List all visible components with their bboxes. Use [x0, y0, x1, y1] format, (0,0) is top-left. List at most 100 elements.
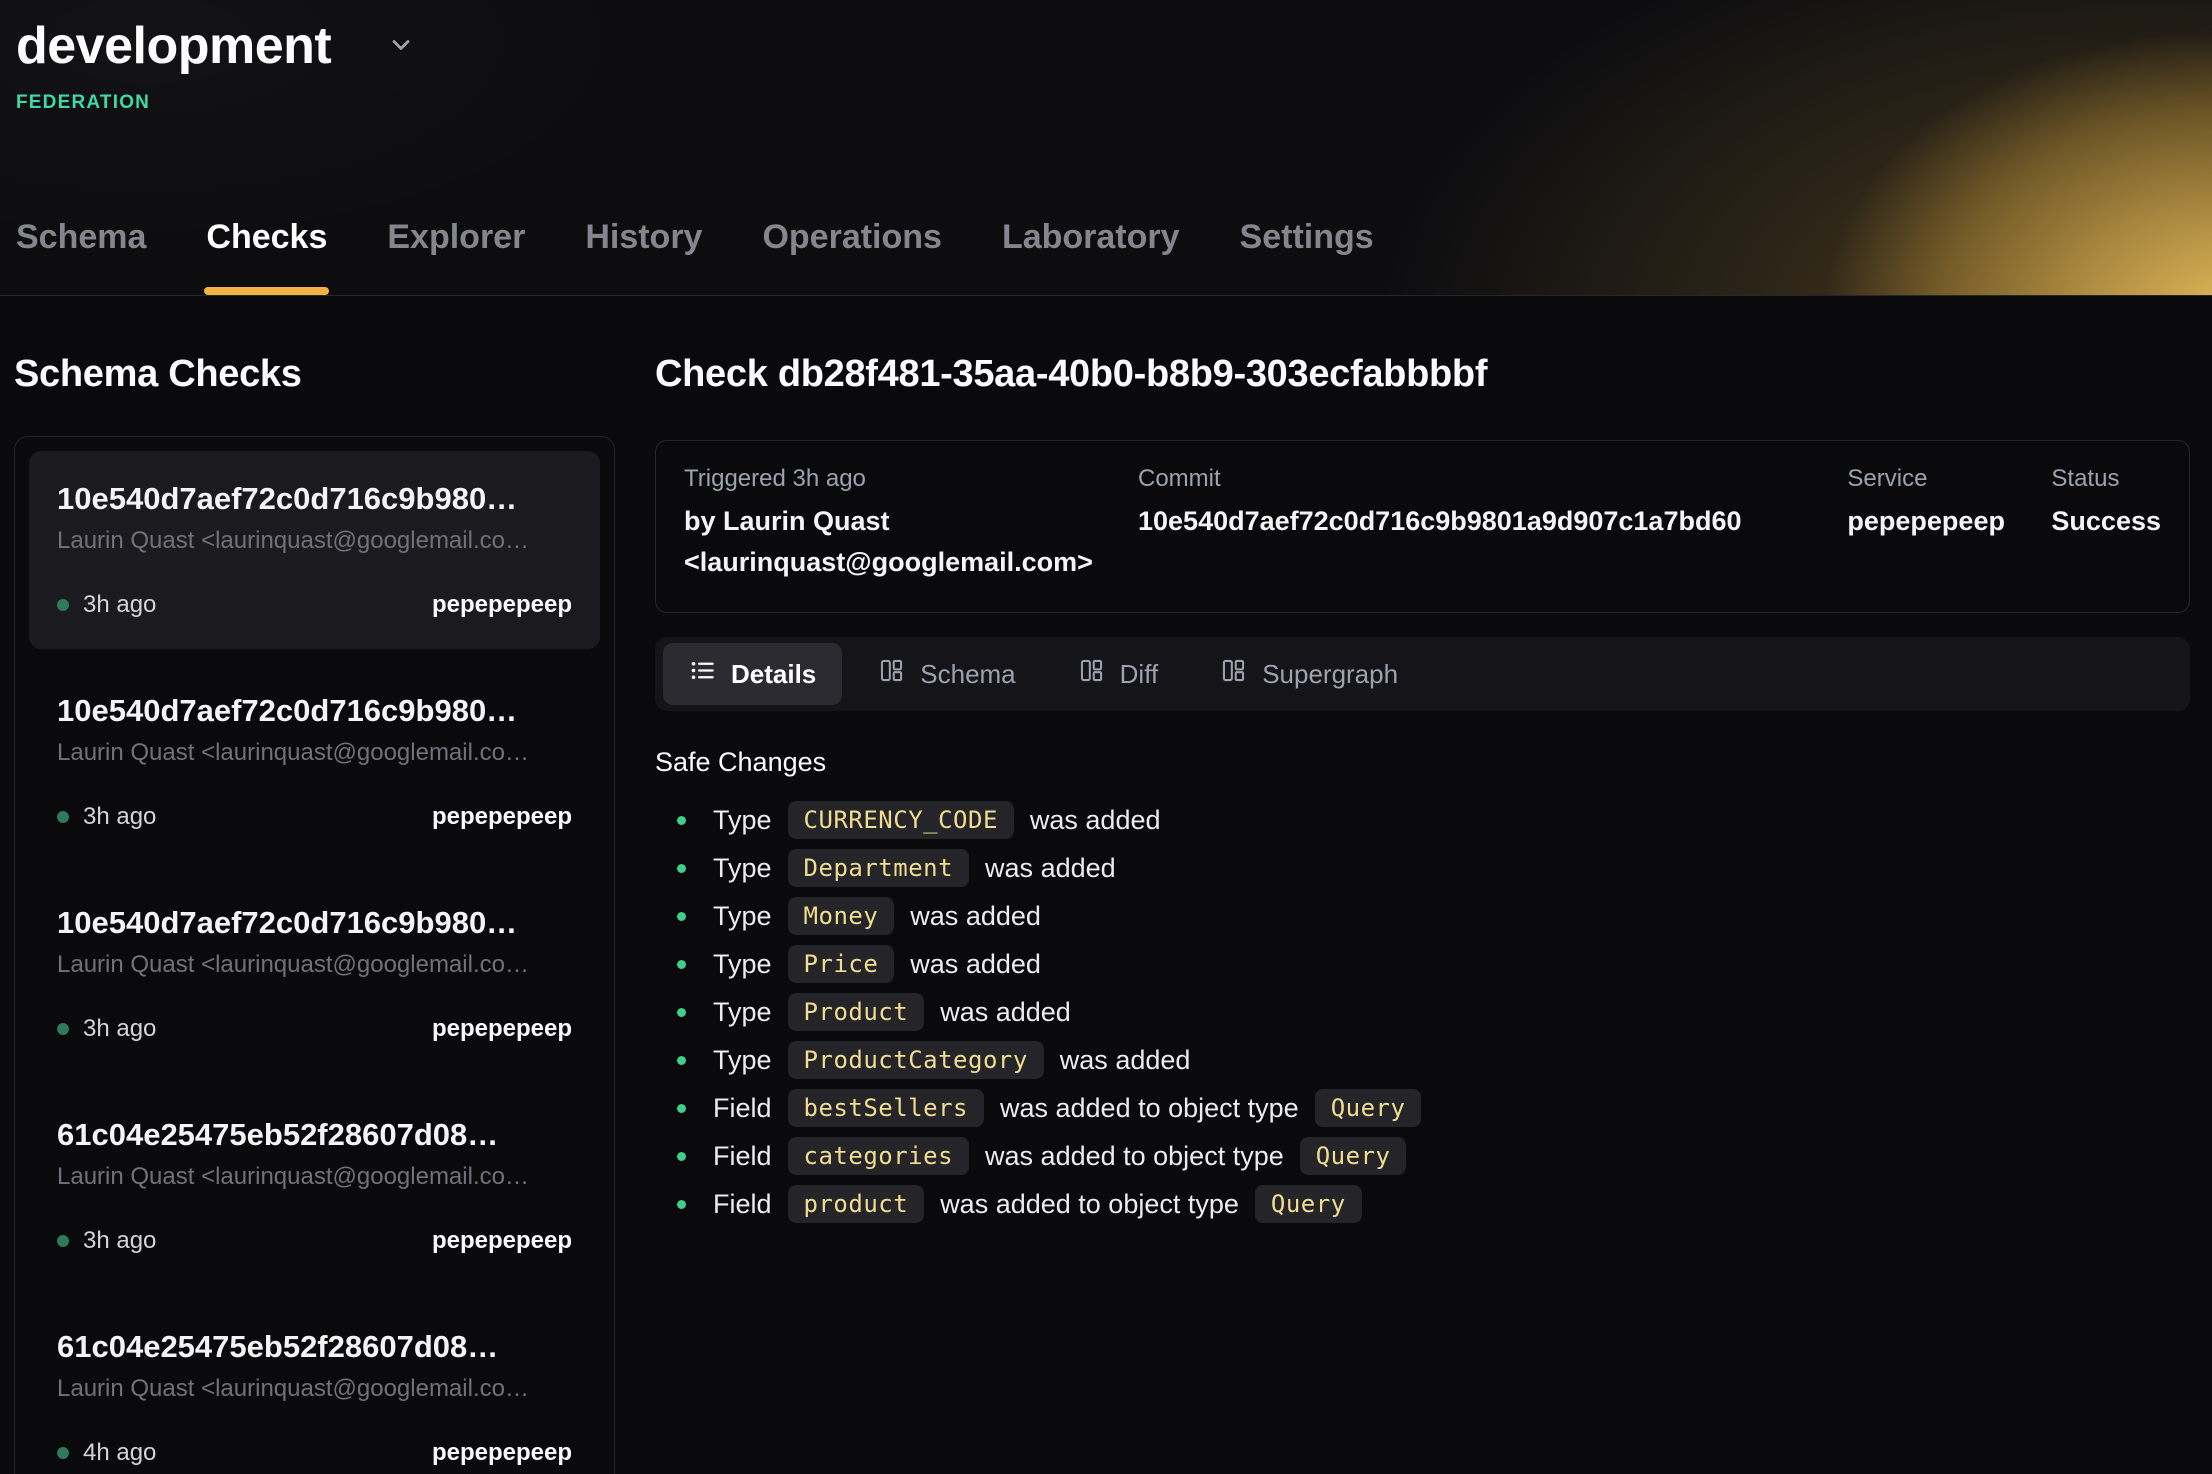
detail-tab-details[interactable]: Details [663, 643, 842, 705]
status-dot-icon [57, 599, 69, 611]
change-row: Type CURRENCY_CODE was added [655, 796, 2190, 844]
change-row: Type Product was added [655, 988, 2190, 1036]
change-kind: Type [713, 901, 772, 932]
check-footer: 3h ago pepepepeep [57, 1015, 572, 1043]
change-row: Type Money was added [655, 892, 2190, 940]
change-target-chip: Query [1255, 1185, 1362, 1223]
bullet-icon [677, 960, 686, 969]
commit-value: 10e540d7aef72c0d716c9b9801a9d907c1a7bd60 [1138, 501, 1847, 542]
change-row: Type ProductCategory was added [655, 1036, 2190, 1084]
detail-tab-schema[interactable]: Schema [852, 643, 1041, 705]
change-kind: Type [713, 997, 772, 1028]
check-detail-panel: Check db28f481-35aa-40b0-b8b9-303ecfabbb… [655, 296, 2190, 1474]
change-suffix: was added to object type [985, 1141, 1284, 1172]
change-suffix: was added [910, 901, 1041, 932]
check-hash: 61c04e25475eb52f28607d08… [57, 1329, 572, 1365]
change-kind: Field [713, 1141, 772, 1172]
bullet-icon [677, 1200, 686, 1209]
change-suffix: was added to object type [1000, 1093, 1299, 1124]
change-name-chip: Price [788, 945, 895, 983]
status-label: Status [2051, 465, 2161, 493]
change-name-chip: bestSellers [788, 1089, 984, 1127]
check-footer: 4h ago pepepepeep [57, 1439, 572, 1467]
check-info-panel: Triggered 3h ago by Laurin Quast <laurin… [655, 440, 2190, 613]
project-switcher-button[interactable] [383, 27, 419, 66]
sidebar-title: Schema Checks [14, 353, 615, 396]
safe-changes-list: Type CURRENCY_CODE was added Type Depart… [655, 796, 2190, 1228]
check-hash: 61c04e25475eb52f28607d08… [57, 1117, 572, 1153]
tab-checks[interactable]: Checks [204, 218, 329, 295]
change-row: Field categories was added to object typ… [655, 1132, 2190, 1180]
tab-settings[interactable]: Settings [1238, 218, 1376, 295]
service-value: pepepepeep [1847, 501, 2051, 542]
change-suffix: was added [1030, 805, 1161, 836]
change-kind: Type [713, 1045, 772, 1076]
check-author: Laurin Quast <laurinquast@googlemail.co… [57, 1375, 572, 1403]
change-name-chip: ProductCategory [788, 1041, 1044, 1079]
check-footer: 3h ago pepepepeep [57, 803, 572, 831]
change-suffix: was added [985, 853, 1116, 884]
status-dot-icon [57, 1447, 69, 1459]
check-time: 3h ago [83, 1227, 156, 1255]
detail-tab-diff[interactable]: Diff [1052, 643, 1185, 705]
bullet-icon [677, 1104, 686, 1113]
columns-icon [878, 657, 905, 691]
chevron-down-icon [387, 31, 415, 62]
commit-label: Commit [1138, 465, 1847, 493]
schema-checks-sidebar: Schema Checks 10e540d7aef72c0d716c9b980…… [14, 296, 615, 1474]
change-row: Field product was added to object type Q… [655, 1180, 2190, 1228]
check-time: 4h ago [83, 1439, 156, 1467]
bullet-icon [677, 1008, 686, 1017]
check-footer: 3h ago pepepepeep [57, 1227, 572, 1255]
check-service: pepepepeep [432, 1015, 572, 1043]
check-list-item[interactable]: 10e540d7aef72c0d716c9b980… Laurin Quast … [29, 875, 600, 1073]
check-service: pepepepeep [432, 803, 572, 831]
main-tabs: Schema Checks Explorer History Operation… [14, 218, 1376, 295]
tab-operations[interactable]: Operations [760, 218, 943, 295]
change-kind: Field [713, 1093, 772, 1124]
triggered-label: Triggered 3h ago [684, 465, 1138, 493]
change-name-chip: Product [788, 993, 925, 1031]
status-dot-icon [57, 811, 69, 823]
check-author: Laurin Quast <laurinquast@googlemail.co… [57, 527, 572, 555]
list-icon [689, 657, 716, 691]
info-status: Status Success [2051, 465, 2161, 582]
info-commit: Commit 10e540d7aef72c0d716c9b9801a9d907c… [1138, 465, 1847, 582]
safe-changes-title: Safe Changes [655, 747, 2190, 778]
change-kind: Type [713, 805, 772, 836]
change-row: Type Department was added [655, 844, 2190, 892]
check-list-item[interactable]: 10e540d7aef72c0d716c9b980… Laurin Quast … [29, 451, 600, 649]
bullet-icon [677, 816, 686, 825]
check-list-item[interactable]: 10e540d7aef72c0d716c9b980… Laurin Quast … [29, 663, 600, 861]
project-row: development [0, 0, 2212, 76]
check-list-item[interactable]: 61c04e25475eb52f28607d08… Laurin Quast <… [29, 1299, 600, 1474]
check-detail-title: Check db28f481-35aa-40b0-b8b9-303ecfabbb… [655, 353, 2190, 396]
tab-laboratory[interactable]: Laboratory [1000, 218, 1182, 295]
change-name-chip: Money [788, 897, 895, 935]
change-kind: Type [713, 853, 772, 884]
service-label: Service [1847, 465, 2051, 493]
project-title: development [16, 16, 331, 76]
check-author: Laurin Quast <laurinquast@googlemail.co… [57, 739, 572, 767]
check-list-item[interactable]: 61c04e25475eb52f28607d08… Laurin Quast <… [29, 1087, 600, 1285]
check-author: Laurin Quast <laurinquast@googlemail.co… [57, 951, 572, 979]
change-kind: Type [713, 949, 772, 980]
tab-history[interactable]: History [583, 218, 704, 295]
columns-icon [1220, 657, 1247, 691]
check-hash: 10e540d7aef72c0d716c9b980… [57, 693, 572, 729]
header: development FEDERATION Schema Checks Exp… [0, 0, 2212, 296]
bullet-icon [677, 1152, 686, 1161]
change-suffix: was added [1060, 1045, 1191, 1076]
change-kind: Field [713, 1189, 772, 1220]
status-value: Success [2051, 501, 2161, 542]
detail-tab-label: Details [731, 659, 816, 690]
tab-explorer[interactable]: Explorer [385, 218, 527, 295]
bullet-icon [677, 864, 686, 873]
check-footer: 3h ago pepepepeep [57, 591, 572, 619]
change-row: Field bestSellers was added to object ty… [655, 1084, 2190, 1132]
tab-schema[interactable]: Schema [14, 218, 148, 295]
triggered-by-value: by Laurin Quast <laurinquast@googlemail.… [684, 501, 1114, 582]
check-time: 3h ago [83, 591, 156, 619]
detail-tab-label: Supergraph [1262, 659, 1398, 690]
detail-tab-supergraph[interactable]: Supergraph [1194, 643, 1424, 705]
